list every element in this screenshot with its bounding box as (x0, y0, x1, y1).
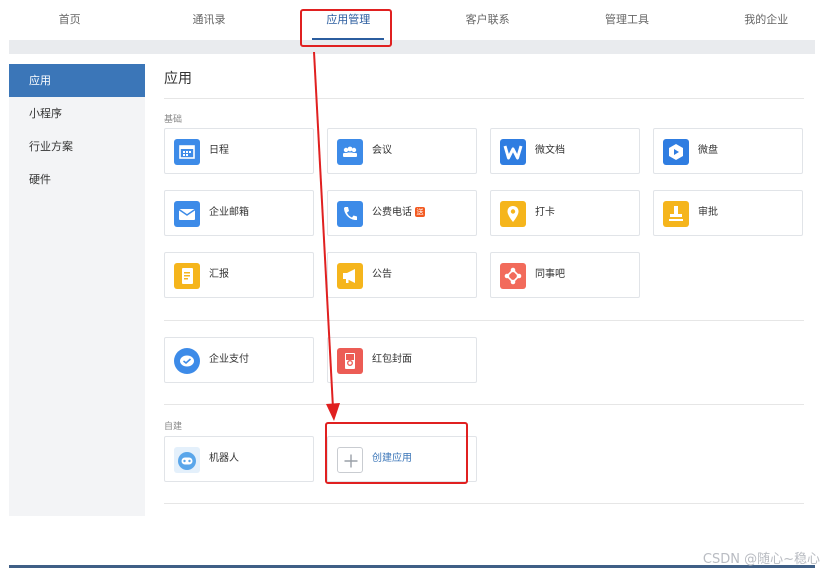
annotation-arrow-icon (313, 51, 340, 421)
watermark-text: CSDN @随心~稳心 (702, 552, 820, 567)
bottom-bar (9, 565, 815, 568)
